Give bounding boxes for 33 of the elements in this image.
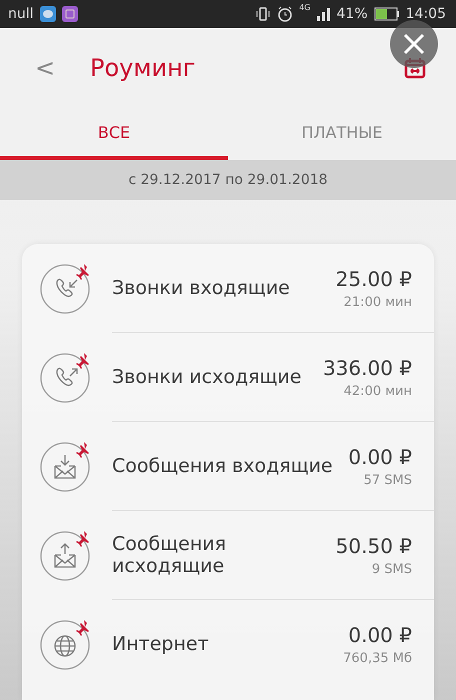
- service-name: Звонки входящие: [112, 277, 291, 299]
- service-price: 0.00 ₽: [348, 622, 412, 646]
- roaming-row[interactable]: Интернет 0.00 ₽ 760,35 Мб: [22, 600, 434, 688]
- vibrate-icon: [255, 6, 272, 22]
- close-icon: [402, 32, 426, 56]
- service-name: Сообщения входящие: [112, 455, 334, 477]
- service-name: Сообщения исходящие: [112, 533, 228, 577]
- network-text: 4G: [299, 3, 311, 12]
- service-name: Звонки исходящие: [112, 366, 302, 388]
- service-usage: 760,35 Мб: [343, 650, 412, 666]
- battery-icon: [374, 7, 400, 21]
- service-price: 25.00 ₽: [336, 266, 412, 290]
- clock-text: 14:05: [406, 6, 446, 22]
- service-name: Интернет: [112, 633, 210, 655]
- period-text: с 29.12.2017 по 29.01.2018: [0, 160, 456, 200]
- page-title: Роуминг: [90, 54, 196, 82]
- roaming-row[interactable]: Звонки исходящие 336.00 ₽ 42:00 мин: [22, 333, 434, 421]
- service-usage: 9 SMS: [372, 562, 412, 576]
- alarm-icon: [277, 6, 294, 22]
- service-price: 336.00 ₽: [322, 356, 412, 380]
- chat-app-icon: [40, 6, 56, 22]
- carrier-text: null: [8, 6, 34, 22]
- app-icon: [62, 6, 78, 22]
- battery-percent: 41%: [336, 6, 368, 22]
- roaming-row[interactable]: Сообщения исходящие 50.50 ₽ 9 SMS: [22, 511, 434, 599]
- service-price: 0.00 ₽: [348, 444, 412, 468]
- service-usage: 57 SMS: [364, 472, 412, 488]
- roaming-row[interactable]: Сообщения входящие 0.00 ₽ 57 SMS: [22, 422, 434, 510]
- service-price: 50.50 ₽: [336, 534, 412, 558]
- service-usage: 21:00 мин: [344, 294, 412, 310]
- service-usage: 42:00 мин: [344, 384, 412, 398]
- signal-icon: [316, 6, 331, 22]
- roaming-row[interactable]: Звонки входящие 25.00 ₽ 21:00 мин: [22, 244, 434, 332]
